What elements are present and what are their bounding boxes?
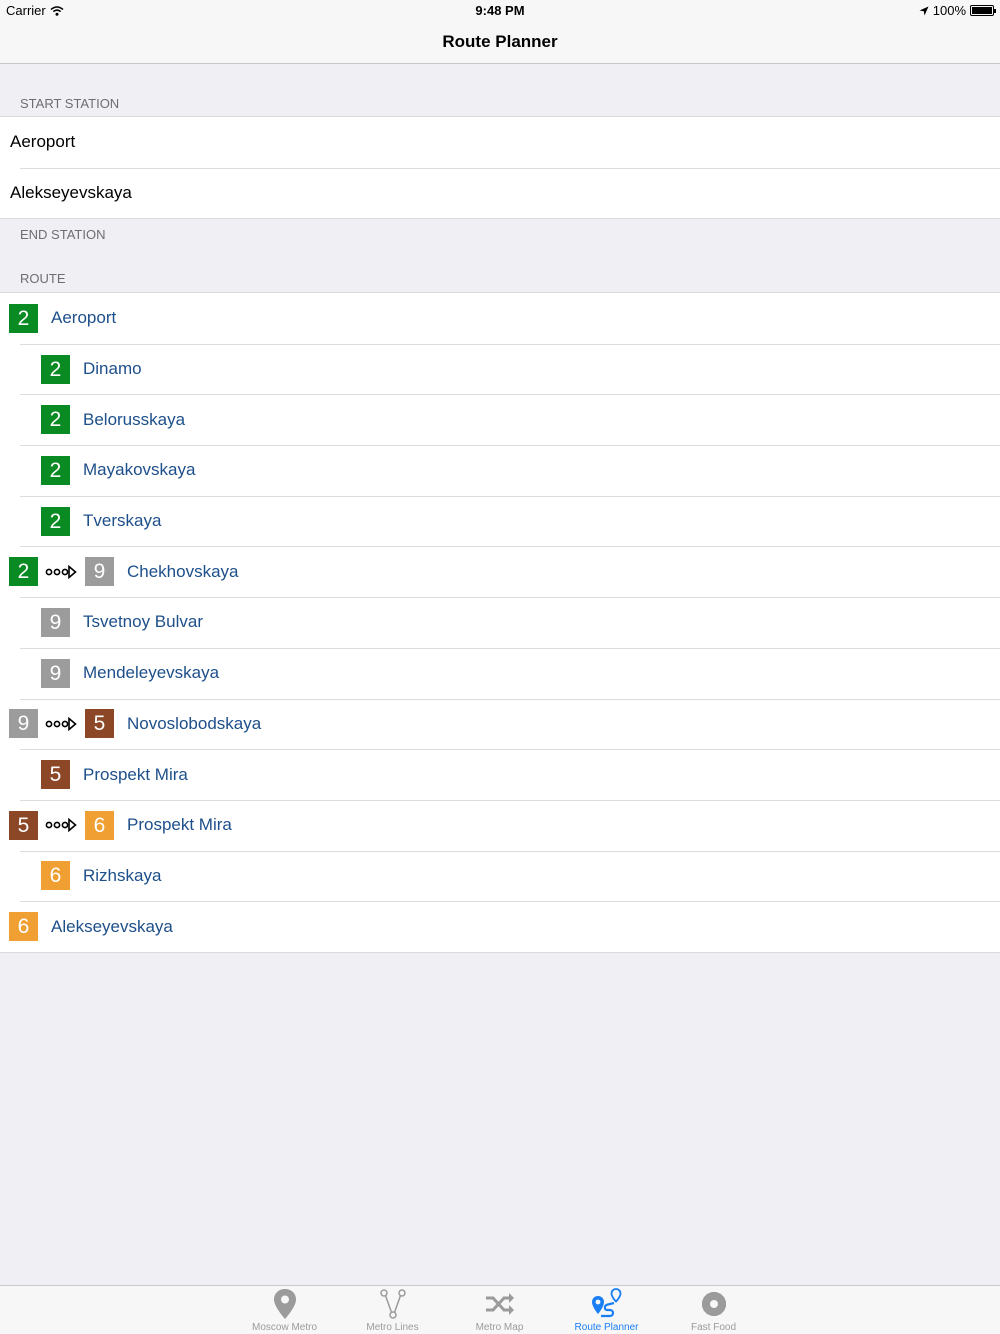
tab-fast-food[interactable]: Fast Food <box>660 1286 767 1334</box>
route-row[interactable]: 6 Rizhskaya <box>0 850 1000 902</box>
start-station-field[interactable]: Aeroport <box>0 117 1000 168</box>
route-row[interactable]: 9 Tsvetnoy Bulvar <box>0 597 1000 648</box>
line-badge: 9 <box>85 557 114 587</box>
battery-percent: 100% <box>932 3 966 18</box>
tab-label: Moscow Metro <box>251 1322 317 1333</box>
route-row[interactable]: 2 9 Chekhovskaya <box>0 546 1000 597</box>
section-header-end: END STATION <box>20 227 106 242</box>
line-badge: 2 <box>41 405 70 435</box>
line-badge: 6 <box>41 861 70 891</box>
station-name: Dinamo <box>83 359 142 379</box>
line-badge: 9 <box>41 607 70 637</box>
start-station-value: Aeroport <box>10 132 76 152</box>
status-right: 100% <box>919 3 996 18</box>
station-input-group: Aeroport Alekseyevskaya <box>0 116 1000 220</box>
route-row[interactable]: 6 Alekseyevskaya <box>0 901 1000 952</box>
station-name: Alekseyevskaya <box>51 916 173 936</box>
station-name: Prospekt Mira <box>127 815 232 835</box>
route-row[interactable]: 5 Prospekt Mira <box>0 749 1000 800</box>
navigation-bar: Route Planner <box>0 22 1000 64</box>
station-name: Aeroport <box>51 308 117 328</box>
tab-moscow-metro[interactable]: Moscow Metro <box>231 1286 338 1334</box>
line-badge: 9 <box>9 709 38 739</box>
line-badge: 2 <box>9 557 38 587</box>
route-row[interactable]: 2 Mayakovskaya <box>0 445 1000 496</box>
station-name: Prospekt Mira <box>83 764 188 784</box>
line-badge: 6 <box>9 912 38 942</box>
route-row[interactable]: 2 Dinamo <box>0 343 1000 395</box>
gear-icon <box>701 1291 726 1317</box>
station-name: Chekhovskaya <box>127 561 239 581</box>
tab-label: Metro Map <box>475 1322 524 1333</box>
tab-metro-map[interactable]: Metro Map <box>446 1286 553 1334</box>
section-header-route: ROUTE <box>20 271 66 286</box>
tab-bar: Moscow Metro Metro Lines Metro Map Route… <box>0 1285 1000 1334</box>
route-row[interactable]: 9 Mendeleyevskaya <box>0 647 1000 699</box>
tab-metro-lines[interactable]: Metro Lines <box>339 1286 446 1334</box>
tab-label: Fast Food <box>690 1322 737 1333</box>
route-row[interactable]: 2 Belorusskaya <box>0 394 1000 445</box>
station-name: Novoslobodskaya <box>127 713 262 733</box>
transfer-arrow-icon <box>45 818 77 833</box>
line-badge: 2 <box>41 354 70 384</box>
line-badge: 5 <box>85 709 114 739</box>
station-name: Belorusskaya <box>83 409 186 429</box>
line-badge: 2 <box>41 455 70 485</box>
tab-route-planner[interactable]: Route Planner <box>553 1286 660 1334</box>
line-badge: 2 <box>9 303 38 333</box>
station-name: Mayakovskaya <box>83 460 196 480</box>
route-row[interactable]: 2 Tverskaya <box>0 495 1000 547</box>
transfer-arrow-icon <box>45 716 77 731</box>
station-name: Mendeleyevskaya <box>83 663 220 683</box>
line-badge: 5 <box>9 810 38 840</box>
end-station-field[interactable]: Alekseyevskaya <box>0 167 1000 219</box>
line-badge: 9 <box>41 658 70 688</box>
battery-icon <box>970 5 996 16</box>
status-bar: Carrier 9:48 PM 100% <box>0 0 1000 22</box>
station-name: Rizhskaya <box>83 865 162 885</box>
station-name: Tverskaya <box>83 511 162 531</box>
route-row[interactable]: 5 6 Prospekt Mira <box>0 799 1000 851</box>
line-badge: 2 <box>41 506 70 536</box>
line-badge: 6 <box>85 810 114 840</box>
route-list: 2 Aeroport 2 Dinamo 2 Belorusskaya 2 Mayakovska… <box>0 292 1000 953</box>
tab-label: Metro Lines <box>366 1322 419 1333</box>
station-name: Tsvetnoy Bulvar <box>83 612 203 632</box>
route-planner-icon <box>591 1288 621 1318</box>
section-header-start: START STATION <box>20 96 120 111</box>
transfer-arrow-icon <box>45 564 77 579</box>
map-pin-icon <box>273 1289 296 1319</box>
shuffle-icon <box>485 1293 514 1315</box>
page-title: Route Planner <box>442 32 558 51</box>
line-badge: 5 <box>41 760 70 790</box>
location-arrow-icon <box>919 6 929 15</box>
route-row[interactable]: 9 5 Novoslobodskaya <box>0 698 1000 750</box>
tab-label: Route Planner <box>574 1322 639 1333</box>
end-station-value: Alekseyevskaya <box>10 183 132 203</box>
status-time: 9:48 PM <box>475 3 525 18</box>
route-row[interactable]: 2 Aeroport <box>0 293 1000 344</box>
metro-lines-icon <box>379 1289 406 1319</box>
